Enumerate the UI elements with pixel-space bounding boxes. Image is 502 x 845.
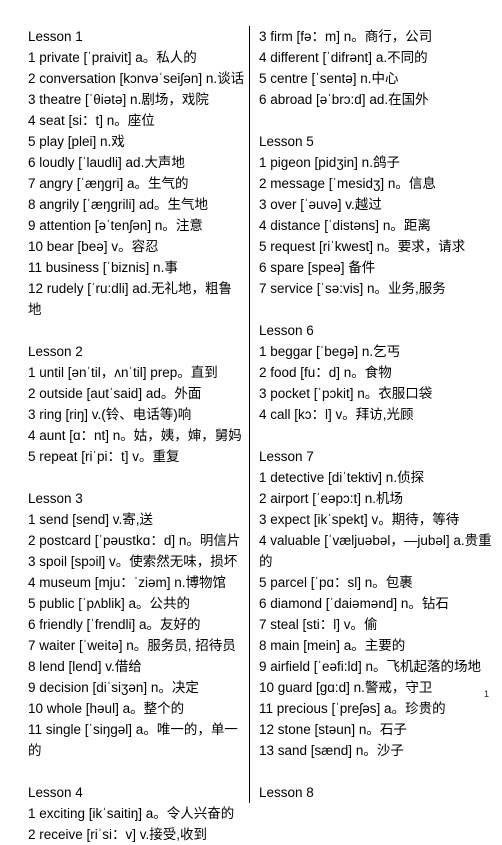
vocabulary-entry: 9 attention [əˈtenʃən] n。注意 [28, 218, 203, 233]
vocabulary-entry: 2 conversation [kɔnvəˈseiʃən] n.谈话 [28, 71, 245, 86]
vocabulary-entry: 5 parcel [ˈpɑ：sl] n。包裹 [259, 575, 413, 590]
vocabulary-entry: 3 firm [fə：m] n。商行，公司 [259, 29, 433, 44]
vocabulary-entry: 3 theatre [ˈθiətə] n.剧场，戏院 [28, 92, 209, 107]
vocabulary-entry: 5 public [ˈpʌblik] a。公共的 [28, 596, 191, 611]
lesson-title: Lesson 4 [28, 785, 83, 800]
vocabulary-entry: 2 outside [autˈsaid] ad。外面 [28, 386, 202, 401]
vocabulary-entry: 5 repeat [riˈpi：t] v。重复 [28, 449, 180, 464]
lesson-title: Lesson 5 [259, 134, 314, 149]
vocabulary-entry: 9 airfield [ˈeəfi:ld] n。飞机起落的场地 [259, 659, 482, 674]
lesson-title: Lesson 2 [28, 344, 83, 359]
vocabulary-entry: 1 pigeon [pidʒin] n.鸽子 [259, 155, 400, 170]
lesson-block-1: Lesson 1 1 private [ˈpraivit] a。私人的 2 co… [28, 26, 245, 320]
vocabulary-entry: 12 rudely [ˈru:dli] ad.无礼地，粗鲁地 [28, 281, 233, 317]
vocabulary-entry: 5 centre [ˈsentə] n.中心 [259, 71, 399, 86]
vocabulary-entry: 5 play [plei] n.戏 [28, 134, 125, 149]
vocabulary-entry: 2 postcard [ˈpəustkɑ：d] n。明信片 [28, 533, 241, 548]
vocabulary-entry: 7 angry [ˈæŋgri] a。生气的 [28, 176, 189, 191]
vocabulary-entry: 7 steal [sti：l] v。偷 [259, 617, 378, 632]
lesson-block-8: Lesson 8 [259, 782, 498, 803]
vocabulary-entry: 2 food [fu：d] n。食物 [259, 365, 392, 380]
vocabulary-entry: 6 spare [speə] 备件 [259, 260, 376, 275]
lesson-title: Lesson 3 [28, 491, 83, 506]
vocabulary-entry: 3 spoil [spɔil] v。使索然无味，损坏 [28, 554, 238, 569]
vocabulary-entry: 6 abroad [əˈbrɔ:d] ad.在国外 [259, 92, 429, 107]
vocabulary-entry: 3 expect [ikˈspekt] v。期待，等待 [259, 512, 460, 527]
vocabulary-entry: 10 whole [həul] a。整个的 [28, 701, 185, 716]
vocabulary-entry: 2 receive [riˈsi：v] v.接受,收到 [28, 827, 208, 842]
vocabulary-entry: 10 guard [gɑ:d] n.警戒，守卫 [259, 680, 433, 695]
vocabulary-entry: 1 until [ənˈtil，ʌnˈtil] prep。直到 [28, 365, 218, 380]
vocabulary-entry: 8 angrily [ˈæŋgrili] ad。生气地 [28, 197, 209, 212]
vocabulary-entry: 12 stone [stəun] n。石子 [259, 722, 407, 737]
vocabulary-entry: 13 sand [sænd] n。沙子 [259, 743, 404, 758]
vocabulary-entry: 3 pocket [ˈpɔkit] n。衣服口袋 [259, 386, 433, 401]
vocabulary-entry: 4 distance [ˈdistəns] n。距离 [259, 218, 431, 233]
vocabulary-entry: 5 request [riˈkwest] n。要求，请求 [259, 239, 466, 254]
vocabulary-entry: 3 over [ˈəuvə] v.越过 [259, 197, 382, 212]
vocabulary-entry: 6 diamond [ˈdaiəmənd] n。钻石 [259, 596, 449, 611]
right-column: 3 firm [fə：m] n。商行，公司 4 different [ˈdifr… [249, 26, 502, 803]
lesson-block-4-continued: 3 firm [fə：m] n。商行，公司 4 different [ˈdifr… [259, 26, 498, 110]
page-number: 1 [483, 689, 489, 699]
vocabulary-entry: 1 send [send] v.寄,送 [28, 512, 154, 527]
lesson-block-7: Lesson 7 1 detective [diˈtektiv] n.侦探 2 … [259, 446, 498, 761]
vocabulary-entry: 8 main [mein] a。主要的 [259, 638, 406, 653]
vocabulary-entry: 2 airport [ˈeəpɔ:t] n.机场 [259, 491, 404, 506]
vocabulary-entry: 4 seat [si：t] n。座位 [28, 113, 155, 128]
vocabulary-entry: 10 bear [beə] v。容忍 [28, 239, 159, 254]
vocabulary-entry: 11 business [ˈbiznis] n.事 [28, 260, 178, 275]
vocabulary-entry: 4 valuable [ˈvæljuəbəl，—jubəl] a.贵重的 [259, 533, 492, 569]
vocabulary-entry: 1 detective [diˈtektiv] n.侦探 [259, 470, 425, 485]
lesson-block-4: Lesson 4 1 exciting [ikˈsaitiŋ] a。令人兴奋的 … [28, 782, 245, 845]
vocabulary-entry: 3 ring [riŋ] v.(铃、电话等)响 [28, 407, 192, 422]
vocabulary-entry: 1 private [ˈpraivit] a。私人的 [28, 50, 197, 65]
vocabulary-entry: 4 call [kɔ：l] v。拜访,光顾 [259, 407, 414, 422]
lesson-title: Lesson 1 [28, 29, 83, 44]
vocabulary-entry: 7 waiter [ˈweitə] n。服务员, 招待员 [28, 638, 236, 653]
lesson-title: Lesson 7 [259, 449, 314, 464]
vocabulary-entry: 7 service [ˈsə:vis] n。业务,服务 [259, 281, 446, 296]
document-page: Lesson 1 1 private [ˈpraivit] a。私人的 2 co… [0, 0, 502, 842]
left-column: Lesson 1 1 private [ˈpraivit] a。私人的 2 co… [0, 26, 249, 845]
lesson-block-5: Lesson 5 1 pigeon [pidʒin] n.鸽子 2 messag… [259, 131, 498, 299]
vocabulary-entry: 11 precious [ˈpreʃəs] a。珍贵的 [259, 701, 446, 716]
vocabulary-entry: 4 aunt [ɑ：nt] n。姑，姨，婶，舅妈 [28, 428, 242, 443]
vocabulary-entry: 6 friendly [ˈfrendli] a。友好的 [28, 617, 201, 632]
vocabulary-entry: 6 loudly [ˈlaudli] ad.大声地 [28, 155, 185, 170]
vocabulary-entry: 9 decision [diˈsiʒən] n。决定 [28, 680, 199, 695]
vocabulary-entry: 2 message [ˈmesidʒ] n。信息 [259, 176, 436, 191]
lesson-block-3: Lesson 3 1 send [send] v.寄,送 2 postcard … [28, 488, 245, 761]
two-column-layout: Lesson 1 1 private [ˈpraivit] a。私人的 2 co… [0, 26, 502, 845]
lesson-title: Lesson 6 [259, 323, 314, 338]
vocabulary-entry: 1 beggar [ˈbegə] n.乞丐 [259, 344, 401, 359]
vocabulary-entry: 11 single [ˈsiŋgəl] a。唯一的，单一的 [28, 722, 238, 758]
lesson-block-2: Lesson 2 1 until [ənˈtil，ʌnˈtil] prep。直到… [28, 341, 245, 467]
vocabulary-entry: 8 lend [lend] v.借给 [28, 659, 142, 674]
vocabulary-entry: 1 exciting [ikˈsaitiŋ] a。令人兴奋的 [28, 806, 235, 821]
lesson-title: Lesson 8 [259, 785, 314, 800]
lesson-block-6: Lesson 6 1 beggar [ˈbegə] n.乞丐 2 food [f… [259, 320, 498, 425]
vocabulary-entry: 4 different [ˈdifrənt] a.不同的 [259, 50, 428, 65]
vocabulary-entry: 4 museum [mju：ˈziəm] n.博物馆 [28, 575, 227, 590]
